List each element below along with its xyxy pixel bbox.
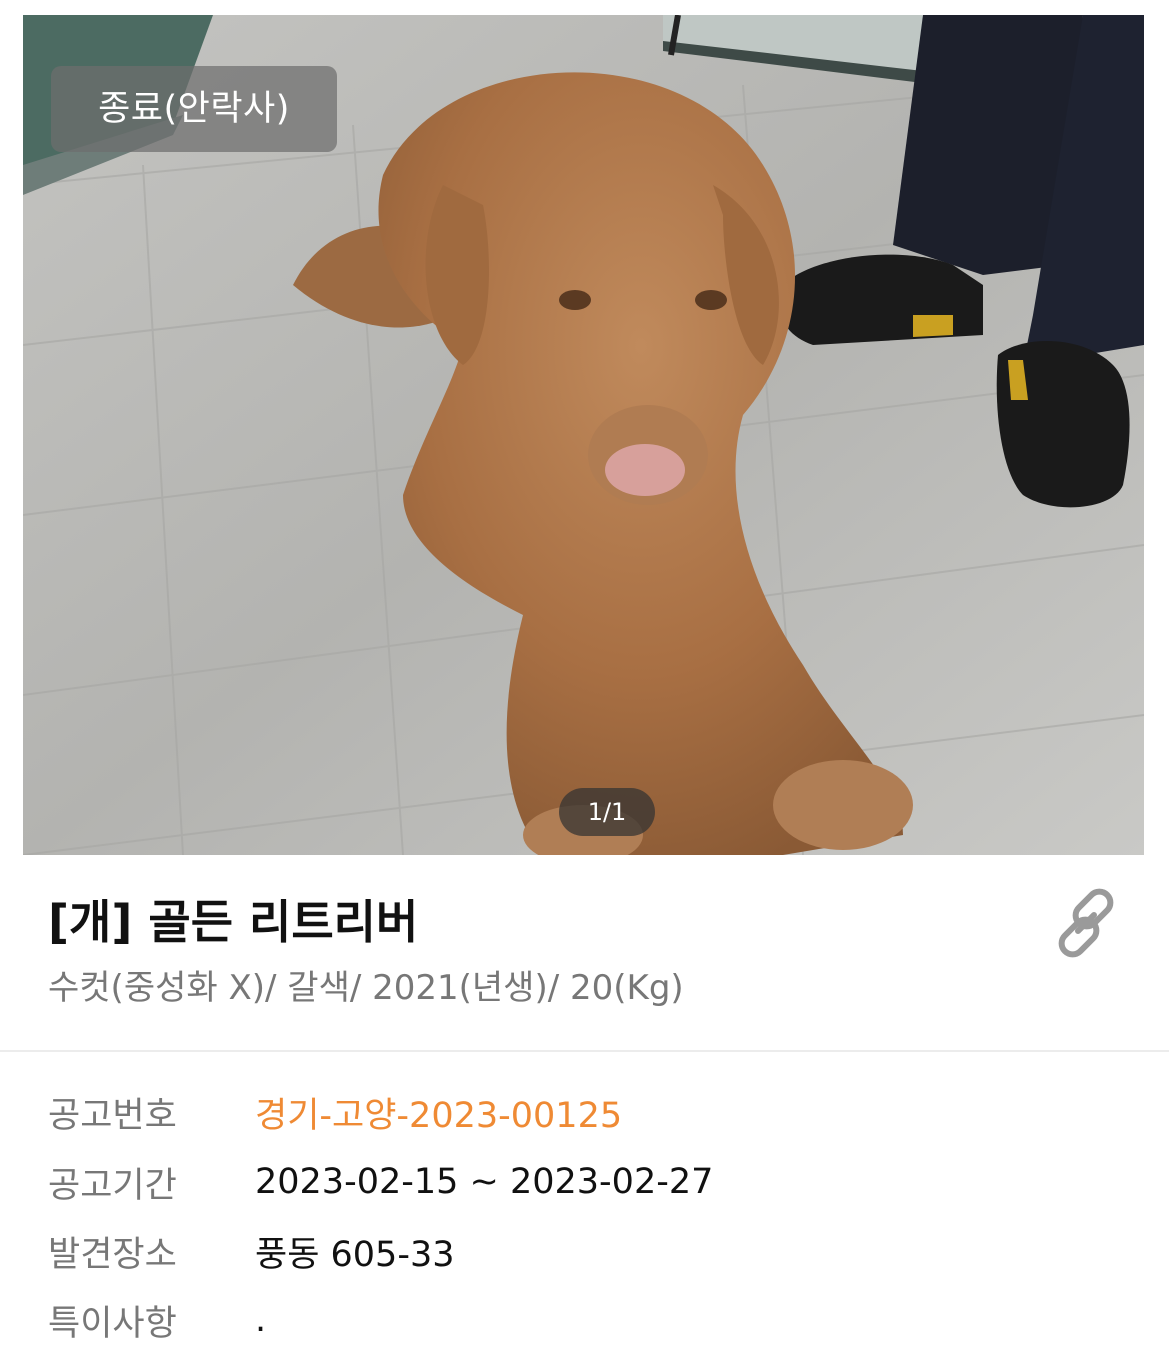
detail-label: 특이사항 — [48, 1303, 177, 1344]
link-icon — [1058, 888, 1114, 958]
animal-detail-page: 종료(안락사) 1/1 [개] 골든 리트리버 수컷(중성화 X)/ 갈색/ 2… — [0, 0, 1169, 1352]
special-notes-value: . — [255, 1300, 267, 1340]
detail-label: 발견장소 — [48, 1234, 177, 1275]
detail-label: 공고번호 — [48, 1095, 177, 1136]
notice-period-value: 2023-02-15 ~ 2023-02-27 — [255, 1162, 714, 1202]
animal-summary: 수컷(중성화 X)/ 갈색/ 2021(년생)/ 20(Kg) — [48, 968, 684, 1008]
photo-page-counter: 1/1 — [559, 788, 655, 836]
detail-row-found-location: 발견장소 풍동 605-33 — [48, 1221, 1128, 1281]
link-share-button[interactable] — [1040, 880, 1132, 966]
section-divider — [0, 1050, 1169, 1052]
detail-label: 공고기간 — [48, 1165, 177, 1206]
animal-title: [개] 골든 리트리버 — [48, 895, 419, 949]
detail-row-notice-period: 공고기간 2023-02-15 ~ 2023-02-27 — [48, 1152, 1128, 1212]
detail-row-notice-number: 공고번호 경기-고양-2023-00125 — [48, 1082, 1128, 1142]
status-badge: 종료(안락사) — [51, 66, 337, 152]
detail-row-special-notes: 특이사항 . — [48, 1290, 1128, 1350]
found-location-value: 풍동 605-33 — [255, 1234, 455, 1275]
animal-photo[interactable]: 종료(안락사) 1/1 — [23, 15, 1144, 855]
notice-number-value: 경기-고양-2023-00125 — [255, 1095, 623, 1136]
